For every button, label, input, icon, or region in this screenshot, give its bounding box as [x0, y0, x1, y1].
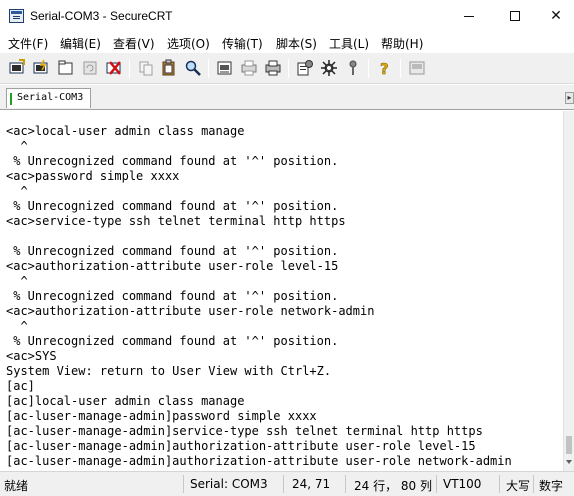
toolbar-separator — [400, 59, 401, 78]
global-options-icon[interactable] — [320, 59, 338, 77]
menu-view[interactable]: 查看(V) — [113, 35, 155, 52]
menu-help[interactable]: 帮助(H) — [381, 35, 423, 52]
svg-text:?: ? — [380, 60, 389, 77]
tab-label: Serial-COM3 — [17, 92, 84, 103]
tab-status-indicator — [10, 93, 12, 105]
terminal-line: <ac>password simple xxxx — [6, 169, 180, 183]
connect-icon[interactable] — [8, 59, 26, 77]
status-num-lock: 数字 — [539, 479, 564, 493]
terminal-line: <ac>authorization-attribute user-role ne… — [6, 304, 375, 318]
sftp-icon — [408, 59, 426, 77]
reconnect-icon — [81, 59, 99, 77]
maximize-button[interactable] — [492, 0, 538, 32]
terminal-output: <ac>local-user admin class manage ^ % Un… — [6, 124, 512, 469]
menu-script[interactable]: 脚本(S) — [276, 35, 317, 52]
menu-options[interactable]: 选项(O) — [167, 35, 210, 52]
status-ready: 就绪 — [4, 479, 29, 493]
window-title: Serial-COM3 - SecureCRT — [30, 9, 173, 23]
help-icon[interactable]: ? — [376, 59, 394, 77]
status-connection: Serial: COM3 — [190, 477, 268, 491]
status-emulation: VT100 — [443, 477, 482, 491]
terminal-line: [ac-luser-manage-admin]service-type ssh … — [6, 424, 483, 438]
terminal-line: [ac] — [6, 379, 35, 393]
status-cursor-position: 24, 71 — [292, 477, 331, 491]
print-icon[interactable] — [264, 59, 282, 77]
session-tab-bar: Serial-COM3 ▸ — [0, 85, 574, 110]
terminal-line: % Unrecognized command found at '^' posi… — [6, 154, 339, 168]
print-setup-icon[interactable] — [216, 59, 234, 77]
terminal-line: % Unrecognized command found at '^' posi… — [6, 244, 339, 258]
quick-connect-icon[interactable] — [32, 59, 50, 77]
status-divider — [533, 475, 534, 493]
terminal-line: % Unrecognized command found at '^' posi… — [6, 199, 339, 213]
minimize-icon — [464, 15, 474, 17]
menu-tools[interactable]: 工具(L) — [329, 35, 369, 52]
copy-icon — [137, 59, 155, 77]
toolbar-separator — [129, 59, 130, 78]
session-options-icon[interactable] — [296, 59, 314, 77]
terminal-line: % Unrecognized command found at '^' posi… — [6, 334, 339, 348]
terminal-line: ^ — [6, 274, 28, 288]
status-divider — [283, 475, 284, 493]
status-divider — [183, 475, 184, 493]
terminal-line: System View: return to User View with Ct… — [6, 364, 332, 378]
securecrt-app-icon — [9, 9, 24, 23]
chevron-right-icon: ▸ — [567, 93, 572, 102]
terminal-line: [ac-luser-manage-admin]password simple x… — [6, 409, 317, 423]
terminal-line: [ac-luser-manage-admin]authorization-att… — [6, 454, 512, 468]
status-caps-lock: 大写 — [506, 479, 531, 493]
terminal-line: [ac-luser-manage-admin]authorization-att… — [6, 439, 476, 453]
terminal-line: ^ — [6, 184, 28, 198]
status-bar: 就绪 Serial: COM3 24, 71 24 行， 80 列 VT100 … — [0, 471, 574, 496]
minimize-button[interactable] — [446, 0, 492, 32]
status-divider — [345, 475, 346, 493]
toolbar-separator — [288, 59, 289, 78]
scroll-down-arrow-icon[interactable] — [566, 460, 572, 464]
close-icon: ✕ — [550, 8, 562, 24]
vertical-scrollbar[interactable] — [563, 111, 574, 471]
find-icon[interactable] — [184, 59, 202, 77]
print-selection-icon — [240, 59, 258, 77]
terminal-line: ^ — [6, 139, 28, 153]
terminal-line: <ac>service-type ssh telnet terminal htt… — [6, 214, 346, 228]
close-button[interactable]: ✕ — [538, 0, 574, 32]
menu-file[interactable]: 文件(F) — [8, 35, 48, 52]
tab-scroll-right-button[interactable]: ▸ — [565, 92, 574, 104]
title-bar: Serial-COM3 - SecureCRT ✕ — [0, 0, 574, 32]
scrollbar-thumb[interactable] — [566, 436, 572, 454]
status-divider — [436, 475, 437, 493]
terminal-view[interactable]: <ac>local-user admin class manage ^ % Un… — [0, 111, 563, 471]
menu-edit[interactable]: 编辑(E) — [60, 35, 101, 52]
terminal-line: <ac>authorization-attribute user-role le… — [6, 259, 339, 273]
maximize-icon — [510, 11, 520, 21]
keymap-icon[interactable] — [344, 59, 362, 77]
toolbar: ? — [0, 53, 574, 84]
menu-bar: 文件(F) 编辑(E) 查看(V) 选项(O) 传输(T) 脚本(S) 工具(L… — [0, 32, 574, 53]
terminal-line: <ac>local-user admin class manage — [6, 124, 245, 138]
status-divider — [499, 475, 500, 493]
connect-tab-icon[interactable] — [57, 59, 75, 77]
tab-serial-com3[interactable]: Serial-COM3 — [6, 88, 91, 108]
terminal-line: ^ — [6, 319, 28, 333]
menu-transfer[interactable]: 传输(T) — [222, 35, 263, 52]
disconnect-icon[interactable] — [105, 59, 123, 77]
toolbar-separator — [208, 59, 209, 78]
toolbar-separator — [368, 59, 369, 78]
terminal-line: % Unrecognized command found at '^' posi… — [6, 289, 339, 303]
terminal-line: <ac>SYS — [6, 349, 57, 363]
status-terminal-size: 24 行， 80 列 — [354, 479, 432, 493]
paste-icon[interactable] — [160, 59, 178, 77]
terminal-line: [ac]local-user admin class manage — [6, 394, 245, 408]
